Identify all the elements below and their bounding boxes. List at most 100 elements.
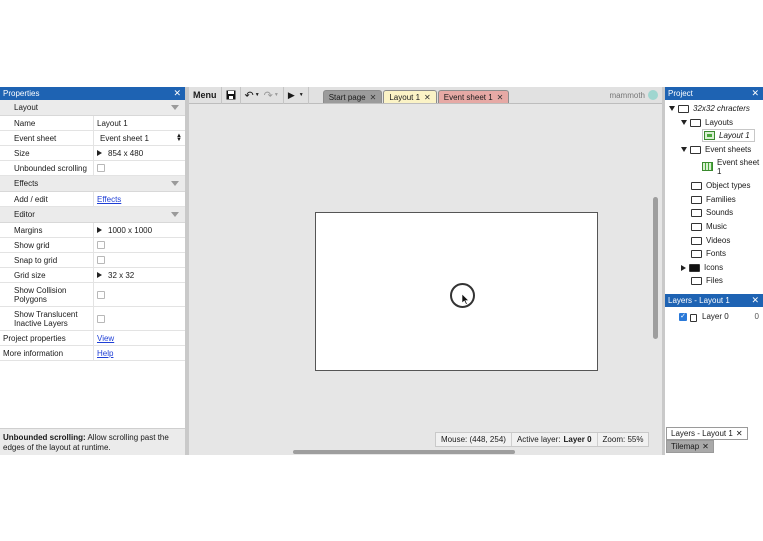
save-button[interactable] — [222, 86, 241, 104]
layers-close-icon[interactable]: ✕ — [751, 295, 759, 306]
expand-icon[interactable] — [97, 150, 102, 156]
tab-layout-1[interactable]: Layout 1 ✕ — [383, 90, 437, 103]
tree-label: Event sheet — [717, 158, 760, 167]
grid-size-field[interactable]: 32 x 32 — [94, 268, 185, 282]
close-icon[interactable]: ✕ — [702, 442, 709, 451]
tree-layout-1[interactable]: Layout 1 — [702, 129, 755, 142]
close-icon[interactable]: ✕ — [736, 429, 743, 438]
prop-row-grid-size: Grid size 32 x 32 — [0, 268, 185, 283]
show-grid-checkbox[interactable] — [97, 241, 105, 249]
chevron-down-icon[interactable] — [681, 147, 687, 152]
property-help-box: Unbounded scrolling: Allow scrolling pas… — [0, 428, 185, 455]
folder-icon — [691, 249, 702, 258]
section-effects[interactable]: Effects — [0, 176, 185, 192]
tree-music[interactable]: Music — [691, 222, 727, 231]
undo-redo-group: ↶ ▼ ↷ ▼ — [241, 86, 284, 104]
size-field[interactable]: 854 x 480 — [94, 146, 185, 160]
chevron-down-icon[interactable]: ▼ — [255, 92, 260, 98]
folder-icon — [691, 276, 702, 285]
collapse-icon[interactable] — [171, 212, 179, 217]
main-toolbar: Menu ↶ ▼ ↷ ▼ ▶ ▼ Start page ✕ Layout 1 ✕ Even… — [189, 86, 662, 104]
show-translucent-checkbox[interactable] — [97, 314, 105, 323]
chevron-right-icon[interactable] — [681, 264, 686, 271]
tree-families[interactable]: Families — [691, 195, 736, 204]
prop-label: Margins — [0, 223, 94, 237]
tree-videos[interactable]: Videos — [691, 236, 730, 245]
collapse-icon[interactable] — [171, 105, 179, 110]
expand-icon[interactable] — [97, 227, 102, 233]
prop-row-snap-grid: Snap to grid — [0, 253, 185, 268]
help-link[interactable]: Help — [97, 349, 113, 358]
tree-label: Layout 1 — [719, 131, 750, 140]
show-collision-line2: Polygons — [14, 294, 47, 304]
section-layout[interactable]: Layout — [0, 100, 185, 116]
editor-window: Properties ✕ Layout Name Layout 1 Event … — [0, 86, 763, 455]
project-title: Project — [668, 89, 693, 98]
name-field[interactable]: Layout 1 — [94, 116, 185, 130]
prop-label: Add / edit — [0, 192, 94, 206]
event-sheet-select[interactable]: Event sheet 1 ▲ ▼ — [94, 131, 185, 145]
prop-row-margins: Margins 1000 x 1000 — [0, 223, 185, 238]
zoom-level: Zoom: 55% — [602, 435, 644, 444]
undo-icon[interactable]: ↶ — [245, 89, 254, 102]
section-editor[interactable]: Editor — [0, 207, 185, 223]
lock-icon[interactable] — [690, 313, 697, 322]
chevron-down-icon[interactable]: ▼ — [274, 92, 279, 98]
tree-event-sheets[interactable]: Event sheets — [681, 145, 751, 154]
properties-close-icon[interactable]: ✕ — [173, 88, 181, 99]
tree-object-types[interactable]: Object types — [691, 181, 750, 190]
layer-index: 0 — [754, 312, 759, 321]
close-icon[interactable]: ✕ — [497, 93, 504, 102]
chevron-down-icon[interactable] — [669, 106, 675, 111]
mammoth-logo-icon — [648, 90, 658, 100]
tree-files[interactable]: Files — [691, 276, 723, 285]
tab-tilemap[interactable]: Tilemap ✕ — [666, 440, 714, 453]
prop-label: Show Collision Polygons — [0, 283, 94, 306]
prop-row-add-edit: Add / edit Effects — [0, 192, 185, 207]
layer-row[interactable]: ✓ Layer 0 0 — [679, 312, 759, 322]
section-editor-label: Editor — [14, 210, 35, 219]
close-icon[interactable]: ✕ — [370, 93, 377, 102]
vertical-scrollbar[interactable] — [653, 197, 658, 339]
chevron-down-icon[interactable] — [681, 120, 687, 125]
tab-start-page[interactable]: Start page ✕ — [322, 90, 383, 103]
preview-button[interactable]: ▶ ▼ — [284, 86, 309, 104]
margins-field[interactable]: 1000 x 1000 — [94, 223, 185, 237]
project-header: Project ✕ — [665, 87, 763, 100]
tab-event-sheet-1[interactable]: Event sheet 1 ✕ — [437, 90, 510, 103]
view-link[interactable]: View — [97, 334, 114, 343]
folder-icon — [690, 145, 701, 154]
prop-label: Event sheet — [0, 131, 94, 145]
section-layout-label: Layout — [14, 103, 39, 112]
prop-row-size: Size 854 x 480 — [0, 146, 185, 161]
mouse-position: Mouse: (448, 254) — [436, 433, 512, 446]
snap-to-grid-checkbox[interactable] — [97, 256, 105, 264]
brand-label: mammoth — [609, 90, 645, 100]
menu-button[interactable]: Menu — [189, 86, 222, 104]
horizontal-scrollbar[interactable] — [293, 450, 515, 454]
tree-root[interactable]: 32x32 chracters — [669, 104, 750, 113]
layer-name: Layer 0 — [702, 312, 729, 321]
folder-icon — [691, 222, 702, 231]
tree-sounds[interactable]: Sounds — [691, 208, 733, 217]
tree-layouts[interactable]: Layouts — [681, 118, 733, 127]
effects-link[interactable]: Effects — [97, 195, 121, 204]
tree-icons[interactable]: Icons — [681, 263, 723, 272]
mouse-pointer-icon — [462, 294, 470, 305]
close-icon[interactable]: ✕ — [424, 93, 431, 102]
margins-value: 1000 x 1000 — [108, 225, 153, 235]
tab-layers-layout-1[interactable]: Layers - Layout 1 ✕ — [666, 427, 748, 440]
project-close-icon[interactable]: ✕ — [751, 88, 759, 99]
expand-icon[interactable] — [97, 272, 102, 278]
active-layer-value: Layer 0 — [563, 435, 592, 444]
chevron-down-icon[interactable]: ▼ — [299, 92, 304, 98]
show-collision-checkbox[interactable] — [97, 290, 105, 299]
tree-event-sheet-1[interactable]: Event sheet 1 — [702, 158, 759, 176]
layer-visible-checkbox[interactable]: ✓ — [679, 312, 687, 321]
collapse-icon[interactable] — [171, 181, 179, 186]
unbounded-scrolling-checkbox[interactable] — [97, 164, 105, 172]
tree-label: Fonts — [706, 249, 727, 258]
prop-label: Snap to grid — [0, 253, 94, 267]
redo-icon[interactable]: ↷ — [264, 89, 273, 102]
tree-fonts[interactable]: Fonts — [691, 249, 726, 258]
